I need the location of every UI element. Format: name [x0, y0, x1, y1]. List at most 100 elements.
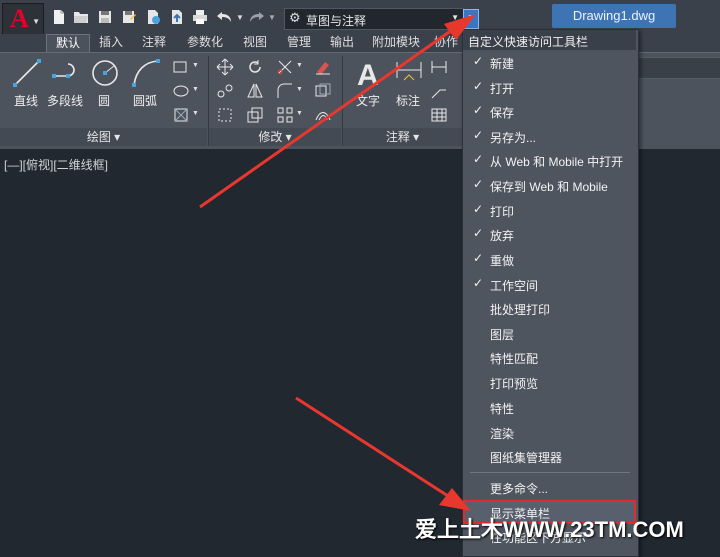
chevron-down-icon[interactable]: ▼	[296, 86, 303, 93]
polyline-tool[interactable]: 多段线	[45, 56, 85, 120]
dimension-tool[interactable]: 标注	[388, 56, 428, 120]
redo-dropdown-icon[interactable]: ▼	[268, 13, 276, 22]
panel-title-annotation[interactable]: 注释 ▾	[343, 128, 462, 146]
stretch-icon[interactable]	[216, 106, 234, 124]
autocad-logo-icon: A	[10, 4, 29, 33]
layer-combo[interactable]	[637, 57, 720, 79]
chevron-down-icon[interactable]: ▼	[296, 110, 303, 117]
menu-item-label: 批处理打印	[490, 303, 551, 317]
menu-item-label: 工作空间	[490, 279, 539, 293]
menu-item-batch-plot[interactable]: 批处理打印	[463, 296, 636, 320]
tab-view[interactable]: 视图	[236, 34, 274, 51]
undo-icon[interactable]	[216, 9, 232, 25]
menu-item-label: 保存到 Web 和 Mobile	[490, 180, 608, 194]
fillet-icon[interactable]	[276, 82, 294, 100]
svg-text:A: A	[357, 59, 379, 88]
leader-icon[interactable]	[430, 82, 448, 100]
menu-item-save-as[interactable]: ✓ 另存为...	[463, 124, 636, 148]
menu-item-label: 更多命令...	[490, 482, 549, 496]
chevron-down-icon[interactable]: ▼	[192, 62, 199, 69]
menu-title: 自定义快速访问工具栏	[468, 35, 589, 49]
array-icon[interactable]	[276, 106, 294, 124]
menu-item-label: 新建	[490, 57, 515, 71]
dimension-icon	[396, 62, 422, 81]
trim-icon[interactable]	[276, 58, 294, 76]
tab-addins[interactable]: 附加模块	[366, 34, 426, 51]
undo-dropdown-icon[interactable]: ▼	[236, 13, 244, 22]
explode-icon[interactable]	[314, 82, 332, 100]
text-icon: A	[357, 59, 379, 88]
menu-item-sheet-set-manager[interactable]: 图纸集管理器	[463, 444, 636, 468]
menu-item-label: 图纸集管理器	[490, 451, 563, 465]
erase-icon[interactable]	[314, 58, 332, 76]
line-tool[interactable]: 直线	[6, 56, 46, 120]
chevron-down-icon: ▼	[32, 17, 40, 26]
viewport-controls[interactable]: [—][俯视][二维线框]	[4, 156, 108, 173]
redo-icon[interactable]	[249, 9, 265, 25]
menu-item-more-commands[interactable]: 更多命令...	[463, 475, 636, 499]
save-to-web-icon[interactable]	[169, 9, 185, 25]
menu-item-label: 放弃	[490, 229, 515, 243]
workspace-selector[interactable]: ⚙ 草图与注释 ▼	[284, 8, 464, 30]
menu-item-match-properties[interactable]: 特性匹配	[463, 345, 636, 369]
scale-icon[interactable]	[246, 106, 264, 124]
tab-insert[interactable]: 插入	[92, 34, 130, 51]
table-icon[interactable]	[430, 106, 448, 124]
arc-tool[interactable]: 圆弧	[125, 56, 165, 120]
menu-item-properties[interactable]: 特性	[463, 395, 636, 419]
tab-manage[interactable]: 管理	[280, 34, 318, 51]
rotate-icon[interactable]	[246, 58, 264, 76]
menu-item-layer[interactable]: 图层	[463, 321, 636, 345]
boundary-icon[interactable]	[172, 106, 190, 124]
menu-item-plot-preview[interactable]: 打印预览	[463, 370, 636, 394]
tab-collaborate[interactable]: 协作	[430, 34, 462, 51]
tab-parametric[interactable]: 参数化	[180, 34, 230, 51]
application-menu-button[interactable]: A ▼	[2, 3, 44, 35]
chevron-down-icon[interactable]: ▼	[192, 86, 199, 93]
offset-icon[interactable]	[314, 106, 332, 124]
chevron-down-icon[interactable]: ▼	[296, 62, 303, 69]
check-icon: ✓	[473, 226, 484, 240]
customize-quick-access-button[interactable]: ▼	[463, 9, 479, 29]
new-file-icon[interactable]	[51, 9, 67, 25]
menu-item-open[interactable]: ✓ 打开	[463, 75, 636, 99]
tab-annotate[interactable]: 注释	[134, 34, 174, 51]
save-as-icon[interactable]	[121, 9, 137, 25]
circle-tool[interactable]: 圆	[84, 56, 124, 120]
copy-icon[interactable]	[216, 82, 234, 100]
menu-item-new[interactable]: ✓ 新建	[463, 50, 636, 74]
menu-item-plot[interactable]: ✓ 打印	[463, 198, 636, 222]
menu-item-label: 打印预览	[490, 377, 539, 391]
chevron-down-icon: ▼	[467, 13, 475, 22]
menu-item-redo[interactable]: ✓ 重做	[463, 247, 636, 271]
open-folder-icon[interactable]	[73, 9, 89, 25]
check-icon: ✓	[473, 79, 484, 93]
tab-default[interactable]: 默认	[46, 34, 90, 52]
menu-item-render[interactable]: 渲染	[463, 420, 636, 444]
menu-item-save[interactable]: ✓ 保存	[463, 99, 636, 123]
menu-item-workspace[interactable]: ✓ 工作空间	[463, 272, 636, 296]
linear-dim-icon[interactable]	[430, 58, 448, 76]
menu-item-label: 图层	[490, 328, 515, 342]
panel-title-draw[interactable]: 绘图 ▾	[0, 128, 207, 146]
rectangle-icon[interactable]	[172, 58, 190, 76]
arrow-to-show-menu-bar	[295, 396, 471, 511]
menu-item-save-to-web[interactable]: ✓ 保存到 Web 和 Mobile	[463, 173, 636, 197]
menu-item-label: 打印	[490, 205, 515, 219]
chevron-down-icon[interactable]: ▼	[192, 110, 199, 117]
move-icon[interactable]	[216, 58, 234, 76]
panel-title-modify[interactable]: 修改 ▾	[209, 128, 341, 146]
open-from-web-icon[interactable]	[145, 9, 161, 25]
print-icon[interactable]	[192, 9, 208, 25]
hatch-icon[interactable]	[172, 82, 190, 100]
dimension-tool-label: 标注	[395, 94, 420, 108]
menu-item-undo[interactable]: ✓ 放弃	[463, 222, 636, 246]
mirror-icon[interactable]	[246, 82, 264, 100]
save-icon[interactable]	[97, 9, 113, 25]
text-tool[interactable]: A 文字	[348, 56, 388, 120]
menu-item-label: 打开	[490, 82, 515, 96]
menu-item-open-from-web[interactable]: ✓ 从 Web 和 Mobile 中打开	[463, 148, 636, 172]
check-icon: ✓	[473, 152, 484, 166]
check-icon: ✓	[473, 251, 484, 265]
tab-output[interactable]: 输出	[323, 34, 361, 51]
